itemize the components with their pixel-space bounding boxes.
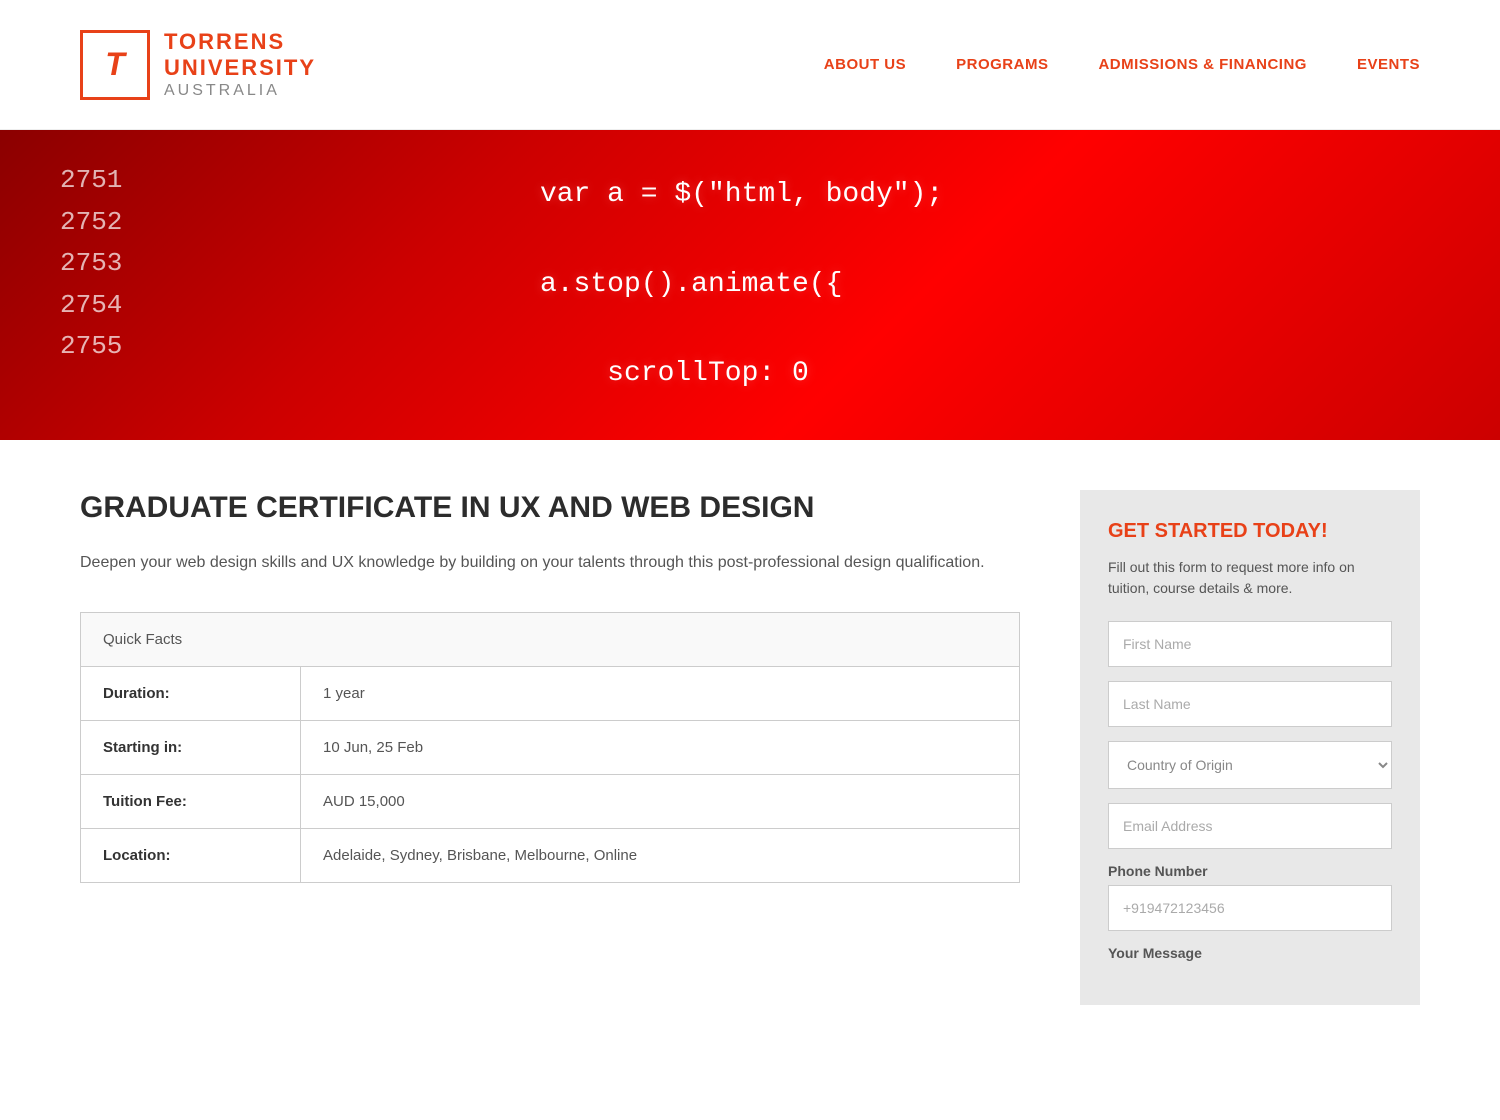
first-name-input[interactable] <box>1108 621 1392 667</box>
location-label: Location: <box>81 828 301 882</box>
code-display: function" != typeof t var a = $("html, b… <box>506 130 993 440</box>
hero-banner: 27512752275327542755 function" != typeof… <box>0 130 1500 440</box>
last-name-field <box>1108 681 1392 727</box>
phone-label: Phone Number <box>1108 863 1392 879</box>
logo-icon: T <box>80 30 150 100</box>
main-content: GRADUATE CERTIFICATE IN UX AND WEB DESIG… <box>0 440 1500 1055</box>
table-row: Starting in: 10 Jun, 25 Feb <box>81 720 1020 774</box>
table-row: Location: Adelaide, Sydney, Brisbane, Me… <box>81 828 1020 882</box>
duration-value: 1 year <box>301 666 1020 720</box>
last-name-input[interactable] <box>1108 681 1392 727</box>
message-label: Your Message <box>1108 945 1392 961</box>
hero-code-bg: 27512752275327542755 function" != typeof… <box>0 130 1500 440</box>
course-description: Deepen your web design skills and UX kno… <box>80 550 1020 576</box>
quick-facts-header: Quick Facts <box>81 612 1020 666</box>
course-title: GRADUATE CERTIFICATE IN UX AND WEB DESIG… <box>80 490 1020 526</box>
main-nav: ABOUT US PROGRAMS ADMISSIONS & FINANCING… <box>824 56 1420 73</box>
duration-label: Duration: <box>81 666 301 720</box>
contact-form-panel: GET STARTED TODAY! Fill out this form to… <box>1080 490 1420 1005</box>
country-field: Country of Origin Australia India China … <box>1108 741 1392 789</box>
country-select[interactable]: Country of Origin Australia India China … <box>1108 741 1392 789</box>
quick-facts-table: Quick Facts Duration: 1 year Starting in… <box>80 612 1020 883</box>
left-content: GRADUATE CERTIFICATE IN UX AND WEB DESIG… <box>80 490 1080 883</box>
nav-events[interactable]: EVENTS <box>1357 56 1420 73</box>
nav-admissions[interactable]: ADMISSIONS & FINANCING <box>1098 56 1307 73</box>
starting-value: 10 Jun, 25 Feb <box>301 720 1020 774</box>
location-value: Adelaide, Sydney, Brisbane, Melbourne, O… <box>301 828 1020 882</box>
phone-field: Phone Number <box>1108 863 1392 931</box>
site-header: T TORRENS UNIVERSITY AUSTRALIA ABOUT US … <box>0 0 1500 130</box>
phone-input[interactable] <box>1108 885 1392 931</box>
table-row: Duration: 1 year <box>81 666 1020 720</box>
first-name-field <box>1108 621 1392 667</box>
starting-label: Starting in: <box>81 720 301 774</box>
form-subtitle: Fill out this form to request more info … <box>1108 557 1392 599</box>
tuition-label: Tuition Fee: <box>81 774 301 828</box>
email-input[interactable] <box>1108 803 1392 849</box>
table-row: Tuition Fee: AUD 15,000 <box>81 774 1020 828</box>
form-title: GET STARTED TODAY! <box>1108 520 1392 543</box>
logo-text: TORRENS UNIVERSITY AUSTRALIA <box>164 29 316 101</box>
email-field <box>1108 803 1392 849</box>
logo-link[interactable]: T TORRENS UNIVERSITY AUSTRALIA <box>80 29 316 101</box>
tuition-value: AUD 15,000 <box>301 774 1020 828</box>
message-field: Your Message <box>1108 945 1392 961</box>
nav-programs[interactable]: PROGRAMS <box>956 56 1048 73</box>
code-line-numbers: 27512752275327542755 <box>60 160 122 368</box>
nav-about[interactable]: ABOUT US <box>824 56 906 73</box>
